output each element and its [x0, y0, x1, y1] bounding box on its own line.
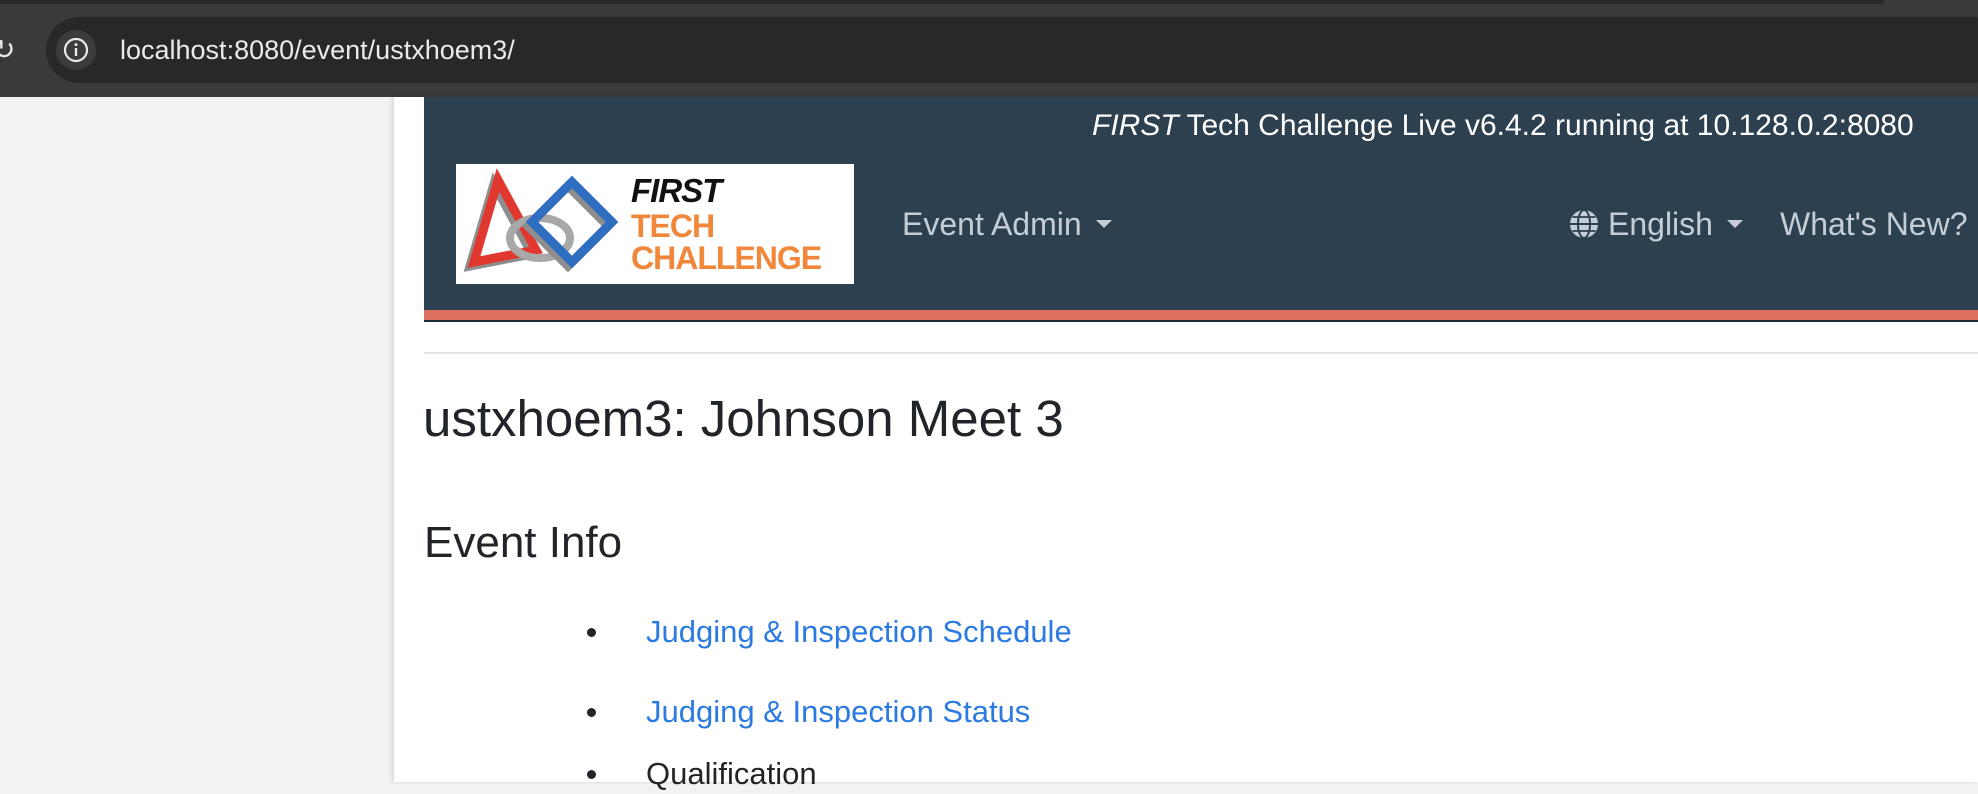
language-dropdown[interactable]: English	[1568, 204, 1743, 244]
site-info-icon[interactable]	[56, 30, 96, 70]
ftc-logo[interactable]: FIRST TECH CHALLENGE	[456, 164, 854, 284]
header-bottom-border	[424, 320, 1978, 322]
event-admin-dropdown[interactable]: Event Admin	[902, 204, 1112, 244]
address-bar[interactable]: localhost:8080/event/ustxhoem3/	[46, 17, 1978, 83]
globe-icon	[1570, 209, 1598, 239]
browser-toolbar: ↻ localhost:8080/event/ustxhoem3/	[0, 0, 1978, 97]
url-text[interactable]: localhost:8080/event/ustxhoem3/	[120, 17, 515, 83]
link-judging-schedule[interactable]: Judging & Inspection Schedule	[646, 612, 1072, 652]
ftc-logo-mark-icon	[463, 168, 619, 273]
list-bullet	[587, 770, 596, 779]
event-admin-label: Event Admin	[902, 206, 1082, 242]
logo-first: FIRST	[631, 172, 722, 209]
list-item-qualification: Qualification	[646, 756, 817, 791]
list-bullet	[587, 708, 596, 717]
whats-new-link[interactable]: What's New?	[1780, 204, 1968, 244]
version-first: FIRST	[1092, 109, 1179, 142]
reload-icon[interactable]: ↻	[0, 36, 15, 64]
chevron-down-icon	[1095, 220, 1112, 228]
link-judging-status[interactable]: Judging & Inspection Status	[646, 692, 1030, 732]
version-text: Tech Challenge Live v6.4.2 running at 10…	[1186, 109, 1914, 142]
page-left-gutter	[0, 97, 394, 782]
page-title: ustxhoem3: Johnson Meet 3	[423, 390, 1064, 447]
logo-challenge: CHALLENGE	[631, 240, 822, 276]
language-label: English	[1608, 206, 1713, 242]
header-accent-stripe	[424, 310, 1978, 320]
list-bullet	[587, 628, 596, 637]
section-title-event-info: Event Info	[424, 518, 623, 567]
chevron-down-icon	[1726, 220, 1743, 228]
content-divider	[424, 352, 1978, 354]
version-info: FIRST Tech Challenge Live v6.4.2 running…	[1092, 107, 1914, 145]
tab-strip	[0, 0, 1885, 4]
